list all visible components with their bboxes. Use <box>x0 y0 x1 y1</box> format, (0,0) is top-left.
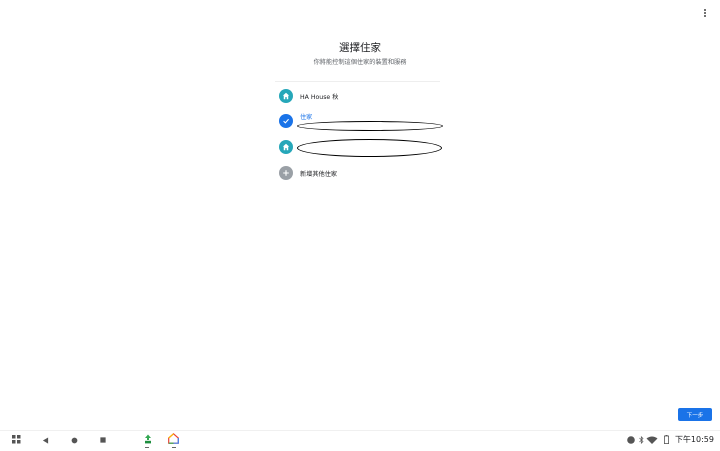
overflow-menu-icon[interactable] <box>698 6 712 20</box>
clock: 下午10:59 <box>674 435 714 444</box>
home-icon <box>279 89 293 103</box>
add-home-button[interactable]: 新增其他住家 <box>279 165 337 181</box>
dock-indicator <box>145 447 149 449</box>
redaction-mark <box>297 121 443 131</box>
add-icon <box>279 166 293 180</box>
bluetooth-icon <box>638 435 644 444</box>
add-home-label: 新增其他住家 <box>300 170 338 178</box>
dock-indicator <box>172 447 176 449</box>
profile-icon[interactable] <box>626 435 635 444</box>
back-icon[interactable] <box>41 436 49 444</box>
home-icon <box>279 140 293 154</box>
app-drawer-icon[interactable] <box>12 435 21 444</box>
system-navbar <box>0 430 720 451</box>
page-subtitle: 你將能控制這個住家的裝置和服務 <box>313 59 407 66</box>
recents-icon[interactable] <box>99 436 107 444</box>
page-title: 選擇住家 <box>339 42 381 54</box>
app-shortcut-icon[interactable] <box>142 433 153 444</box>
home-item-label: 住家 <box>300 113 313 121</box>
divider <box>275 81 440 82</box>
check-icon <box>279 114 293 128</box>
next-button[interactable]: 下一步 <box>678 408 712 421</box>
redaction-mark <box>297 139 442 157</box>
home-nav-icon[interactable] <box>70 436 78 444</box>
battery-icon <box>663 434 669 444</box>
home-item-label: HA House 秋 <box>300 93 339 101</box>
home-item-ha-house[interactable]: HA House 秋 <box>279 88 338 104</box>
wifi-icon <box>645 435 659 444</box>
google-home-app-icon[interactable] <box>168 433 179 444</box>
